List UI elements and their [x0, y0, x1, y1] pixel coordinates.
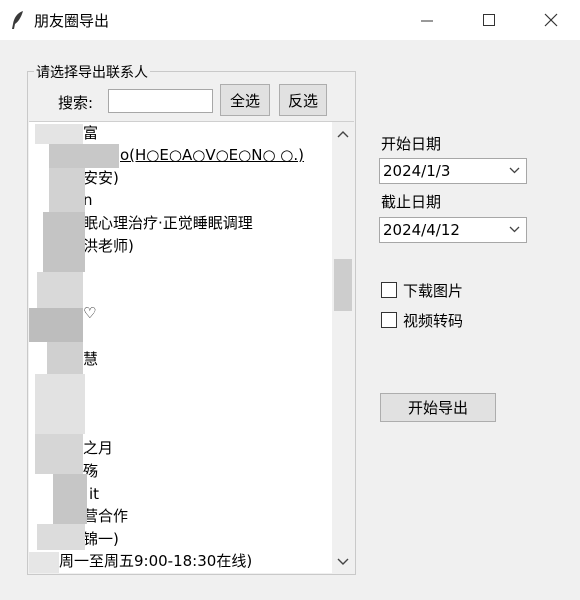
maximize-icon	[483, 14, 495, 26]
list-item[interactable]: it	[89, 483, 99, 505]
redacted-block	[35, 124, 83, 144]
chevron-down-icon	[509, 226, 520, 233]
start-date-combobox[interactable]: 2024/1/3	[379, 158, 527, 184]
list-item[interactable]: 锦一)	[83, 528, 119, 550]
list-item[interactable]: 洪老师)	[83, 235, 134, 257]
video-transcode-checkbox-row[interactable]: 视频转码	[381, 310, 463, 330]
list-item[interactable]: o(H○E○A○V○E○N○ ○.)	[120, 144, 304, 166]
list-item[interactable]: 营合作	[83, 505, 128, 527]
search-input[interactable]	[108, 89, 213, 113]
scroll-thumb[interactable]	[334, 259, 352, 311]
list-item[interactable]: 富	[83, 122, 98, 144]
chevron-down-icon	[509, 167, 520, 174]
list-item[interactable]: 之月	[83, 437, 113, 459]
start-date-value: 2024/1/3	[383, 162, 451, 180]
redacted-block	[35, 434, 83, 474]
scroll-up-button[interactable]	[332, 124, 354, 144]
redacted-block	[37, 272, 83, 308]
contacts-listbox[interactable]: 富 o(H○E○A○V○E○N○ ○.) 安安) n 眠心理治疗·正觉睡眠调理 …	[29, 121, 354, 573]
list-item[interactable]: 周一至周五9:00-18:30在线)	[59, 550, 252, 572]
start-date-label: 开始日期	[381, 135, 442, 153]
redacted-block	[53, 474, 87, 524]
redacted-block	[49, 144, 119, 168]
contacts-group-legend: 请选择导出联系人	[34, 62, 150, 82]
redacted-block	[43, 212, 85, 272]
start-export-button[interactable]: 开始导出	[380, 393, 496, 422]
video-transcode-checkbox[interactable]	[381, 312, 397, 328]
chevron-down-icon	[337, 558, 349, 565]
download-images-checkbox-row[interactable]: 下载图片	[381, 280, 463, 300]
close-button[interactable]	[528, 0, 574, 40]
contacts-list: 富 o(H○E○A○V○E○N○ ○.) 安安) n 眠心理治疗·正觉睡眠调理 …	[29, 122, 331, 573]
end-date-label: 截止日期	[381, 193, 442, 211]
redacted-block	[47, 342, 83, 374]
end-date-value: 2024/4/12	[383, 221, 460, 239]
list-item[interactable]: 眠心理治疗·正觉睡眠调理	[83, 212, 253, 234]
maximize-button[interactable]	[466, 0, 512, 40]
close-icon	[544, 13, 558, 27]
redacted-block	[35, 374, 85, 434]
minimize-icon	[421, 20, 433, 22]
scroll-down-button[interactable]	[332, 552, 354, 572]
invert-selection-button[interactable]: 反选	[279, 84, 327, 116]
redacted-block	[37, 524, 85, 550]
title-bar: 朋友圈导出	[0, 0, 580, 40]
select-all-button[interactable]: 全选	[220, 84, 270, 116]
redacted-block	[29, 308, 83, 342]
download-images-checkbox[interactable]	[381, 282, 397, 298]
end-date-combobox[interactable]: 2024/4/12	[379, 217, 527, 243]
list-item[interactable]: 安安)	[83, 167, 119, 189]
redacted-block	[49, 168, 85, 212]
list-item[interactable]: 慧	[83, 348, 98, 370]
minimize-button[interactable]	[404, 0, 450, 40]
window-title: 朋友圈导出	[34, 12, 110, 30]
list-item[interactable]: ♡	[83, 302, 96, 324]
download-images-label: 下载图片	[403, 281, 464, 300]
feather-icon	[9, 10, 27, 30]
redacted-block	[29, 552, 59, 573]
chevron-up-icon	[337, 131, 349, 138]
contacts-scrollbar[interactable]	[332, 122, 354, 573]
search-label: 搜索:	[58, 94, 94, 112]
video-transcode-label: 视频转码	[403, 311, 464, 330]
